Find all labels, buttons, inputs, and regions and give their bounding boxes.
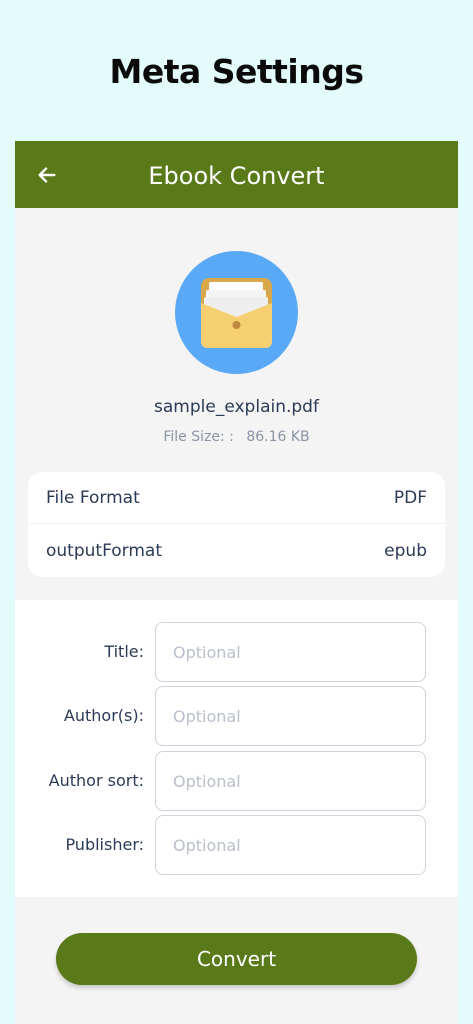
file-info-card: File Format PDF outputFormat epub <box>28 472 445 577</box>
folder-document-icon <box>201 278 272 348</box>
form-row-title: Title: <box>15 622 458 682</box>
info-label: outputFormat <box>46 541 162 561</box>
author-sort-input[interactable] <box>155 751 426 811</box>
title-input[interactable] <box>155 622 426 682</box>
info-value: epub <box>384 541 427 561</box>
info-row-output-format: outputFormat epub <box>28 525 445 577</box>
app-title: Ebook Convert <box>148 162 325 190</box>
file-size-value: 86.16 KB <box>246 429 310 445</box>
info-value: PDF <box>393 487 427 508</box>
form-row-publisher: Publisher: <box>15 815 458 875</box>
info-label: File Format <box>46 487 140 508</box>
phone-screen: Ebook Convert sample_explain.pdf File Si… <box>15 141 458 1024</box>
title-label: Title: <box>104 642 144 661</box>
file-size-label: File Size: : <box>163 429 234 445</box>
authors-input[interactable] <box>155 686 426 746</box>
convert-button[interactable]: Convert <box>56 933 417 985</box>
authors-label: Author(s): <box>63 706 144 725</box>
form-row-authors: Author(s): <box>15 686 458 746</box>
file-size: File Size: : 86.16 KB <box>15 429 458 445</box>
file-avatar <box>175 251 298 374</box>
author-sort-label: Author sort: <box>48 771 144 790</box>
page-heading: Meta Settings <box>109 52 364 91</box>
file-name: sample_explain.pdf <box>154 397 319 417</box>
publisher-input[interactable] <box>155 815 426 875</box>
info-row-file-format: File Format PDF <box>28 472 445 524</box>
app-bar: Ebook Convert <box>15 141 458 208</box>
meta-form: Title: Author(s): Author sort: Publisher… <box>15 600 458 897</box>
publisher-label: Publisher: <box>65 835 144 854</box>
form-row-author-sort: Author sort: <box>15 751 458 811</box>
